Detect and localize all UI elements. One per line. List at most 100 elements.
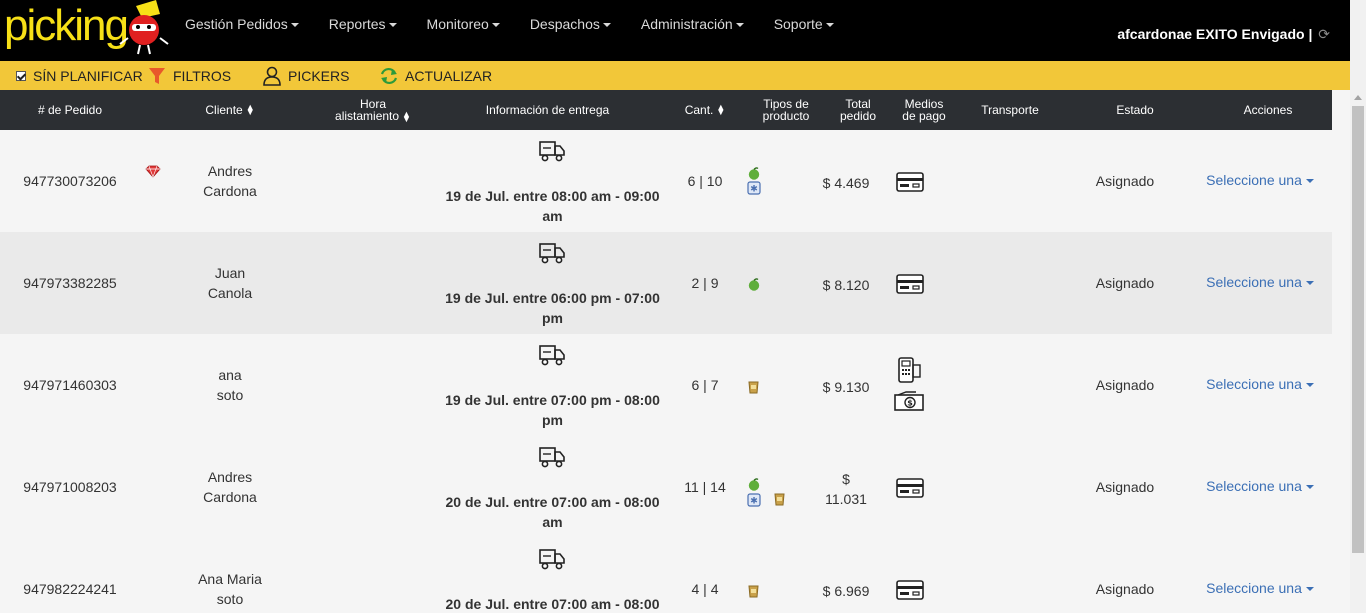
client-second-line: Cardona [203,489,257,505]
order-total-text: $ 8.120 [822,277,870,293]
delivery-window-suffix: am [542,514,563,530]
filtros-label: FILTROS [173,67,232,84]
actions-dropdown[interactable]: Seleccione una [1205,274,1315,290]
caret-down-icon [825,23,834,28]
order-total: $11.031 [812,469,880,509]
order-number: 947730073206 [0,173,140,189]
col-estado-label: Estado [1116,103,1154,117]
col-tipos-label-2: producto [762,109,810,123]
actions-dropdown[interactable]: Seleccione una [1205,172,1315,188]
filtros-button[interactable]: FILTROS [148,61,231,90]
col-cliente-label: Cliente [205,103,243,117]
col-estado: Estado [1085,90,1185,130]
nav-despachos[interactable]: Despachos [530,16,611,32]
page-scrollbar[interactable] [1350,0,1366,613]
col-tipos: Tipos de producto [752,90,820,130]
nav-label: Soporte [773,16,823,32]
sin-planificar-label: SÍN PLANIFICAR [33,67,143,84]
truck-icon [539,241,565,270]
delivery-window-text: 20 de Jul. entre 07:00 am - 08:00 [445,596,660,612]
truck-icon [539,547,565,576]
actions-dropdown-label: Seleccione una [1206,274,1302,290]
col-cant[interactable]: Cant. ▲ ▼ [675,90,735,130]
user-info: afcardonae EXITO Envigado | ⟳ [1117,26,1330,43]
grocery-icon [747,584,760,603]
card-icon [896,580,924,605]
delivery-info: 19 de Jul. entre 07:00 pm - 08:00 pm [435,390,670,430]
sort-icon[interactable]: ▲ ▼ [246,103,255,117]
scroll-thumb[interactable] [1352,106,1364,553]
caret-down-icon [1305,383,1314,388]
col-medios-label-2: de pago [902,109,946,123]
col-total: Total pedido [828,90,888,130]
quantity-text: 2 | 9 [691,275,719,291]
nav-gestion-pedidos[interactable]: Gestión Pedidos [185,16,299,32]
order-number: 947971460303 [0,377,140,393]
order-number: 947973382285 [0,275,140,291]
pickers-button[interactable]: PICKERS [262,61,349,90]
order-total-text-line2: 11.031 [825,491,867,507]
client-second-line: soto [216,387,244,403]
col-cliente[interactable]: Cliente ▲ ▼ [180,90,280,130]
picking-logo[interactable]: picking [4,0,174,58]
actions-dropdown[interactable]: Seleccione una [1205,580,1315,596]
quantity-text: 11 | 14 [684,479,726,495]
refresh-icon[interactable]: ⟳ [1318,26,1330,42]
actions-dropdown[interactable]: Seleccione una [1205,376,1315,392]
client-first-line: Ana Maria [198,571,262,587]
status-text: Asignado [1075,275,1175,291]
client-second-line: Cardona [203,183,257,199]
grocery-icon [773,492,786,511]
main-nav: Gestión Pedidos Reportes Monitoreo Despa… [185,16,864,32]
status-text: Asignado [1075,377,1175,393]
actions-dropdown[interactable]: Seleccione una [1205,478,1315,494]
caret-down-icon [290,23,299,28]
nav-soporte[interactable]: Soporte [774,16,834,32]
funnel-icon [149,67,165,84]
scroll-up-icon[interactable] [1354,95,1362,100]
client-first-line: Andres [207,469,253,485]
svg-text:$: $ [907,399,913,408]
order-total-text: $ 9.130 [822,379,870,395]
order-total-text: $ 6.969 [822,583,870,599]
order-total-text: $ 4.469 [822,175,870,191]
order-number-text: 947971008203 [23,479,117,495]
col-transporte: Transporte [965,90,1055,130]
sort-icon[interactable]: ▲ ▼ [402,109,411,123]
table-row: 947971008203 Andres Cardona 20 de Jul. entr… [0,436,1332,538]
col-cant-label: Cant. [684,103,714,117]
quantity: 6 | 7 [675,377,735,393]
sort-icon[interactable]: ▲ ▼ [716,103,725,117]
delivery-info: 19 de Jul. entre 08:00 am - 09:00 am [435,186,670,226]
actions-dropdown-label: Seleccione una [1206,478,1302,494]
caret-down-icon [1305,587,1314,592]
client-name: Andres Cardona [180,467,280,507]
order-number-text: 947973382285 [23,275,117,291]
nav-monitoreo[interactable]: Monitoreo [427,16,500,32]
caret-down-icon [1305,179,1314,184]
caret-down-icon [388,23,397,28]
col-acciones: Acciones [1218,90,1318,130]
card-icon [896,172,924,197]
caret-down-icon [1305,281,1314,286]
col-acciones-label: Acciones [1243,103,1293,117]
checkbox-checked-icon[interactable] [16,70,26,81]
col-hora[interactable]: Hora alistamiento ▲ ▼ [318,90,428,130]
nav-administracion[interactable]: Administración [641,16,744,32]
sin-planificar-checkbox[interactable]: SÍN PLANIFICAR [16,61,143,90]
col-total-label-2: pedido [839,109,877,123]
col-medios: Medios de pago [893,90,955,130]
nav-label: Despachos [529,16,600,32]
truck-icon [539,343,565,372]
nav-reportes[interactable]: Reportes [329,16,397,32]
client-name: Juan Canola [180,263,280,303]
actualizar-button[interactable]: ACTUALIZAR [379,61,492,90]
logo-text: picking [4,1,129,50]
client-second-line: Canola [207,285,253,301]
delivery-info: 19 de Jul. entre 06:00 pm - 07:00 pm [435,288,670,328]
status-label: Asignado [1095,581,1155,597]
delivery-window-text: 20 de Jul. entre 07:00 am - 08:00 [445,494,660,510]
fruit-icon [747,278,761,296]
order-total: $ 6.969 [812,581,880,601]
client-second-line: soto [216,591,244,607]
